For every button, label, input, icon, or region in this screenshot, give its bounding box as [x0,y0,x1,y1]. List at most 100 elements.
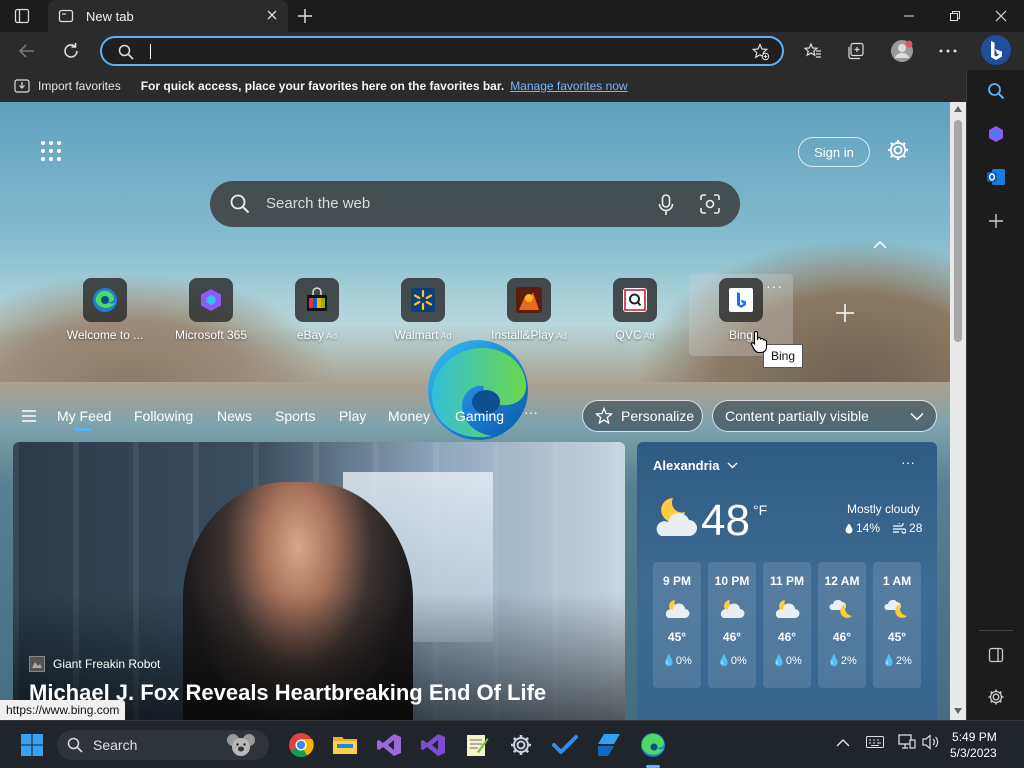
settings-gear-icon[interactable] [507,731,535,759]
show-hidden-icons-chevron-icon[interactable] [836,738,850,747]
network-display-icon[interactable] [898,734,916,750]
personalize-button[interactable]: Personalize [582,400,703,432]
sidebar-search-icon[interactable] [983,78,1009,104]
edge-taskbar-icon[interactable] [639,731,667,759]
microsoft-365-sidebar-icon[interactable] [983,121,1009,147]
visual-search-icon[interactable] [700,194,720,214]
hour-precip: 💧2% [827,655,857,667]
back-button[interactable] [14,38,40,64]
visual-studio-icon[interactable] [375,731,403,759]
search-icon [230,194,250,214]
tab-sports[interactable]: Sports [275,408,315,424]
quick-link-ebay[interactable]: eBay Ad [265,274,369,356]
current-temperature: 48 [701,496,750,545]
search-placeholder: Search the web [266,195,371,212]
hourly-forecast-item[interactable]: 1 AM 45° 💧2% [873,562,921,688]
hero-source[interactable]: Giant Freakin Robot [29,656,160,672]
tab-money[interactable]: Money [388,408,430,424]
chrome-icon[interactable] [287,731,315,759]
partly-cloudy-night-icon [718,598,746,620]
quick-link-qvc[interactable]: QVC Ad [583,274,687,356]
hamburger-menu-icon[interactable] [22,410,36,422]
tab-news[interactable]: News [217,408,252,424]
weather-location[interactable]: Alexandria [653,458,738,473]
more-menu-icon[interactable] [935,38,961,64]
chevron-down-icon [910,412,924,421]
minimize-button[interactable] [886,0,932,32]
system-clock[interactable]: 5:49 PM 5/3/2023 [950,729,997,761]
collapse-chevron-icon[interactable] [872,240,888,250]
taskbar-search[interactable]: Search [57,730,269,760]
import-favorites-button[interactable]: Import favorites [14,79,121,93]
scroll-down-arrow-icon[interactable] [954,708,962,714]
web-search-box[interactable]: Search the web [210,181,740,227]
close-tab-icon[interactable] [266,9,278,21]
status-bar-url: https://www.bing.com [0,700,126,720]
tab-new-tab[interactable]: New tab [48,0,288,32]
restore-button[interactable] [932,0,978,32]
address-bar[interactable] [100,36,784,66]
quick-link-welcome[interactable]: Welcome to ... [53,274,157,356]
microphone-icon[interactable] [658,194,674,216]
weather-options-icon[interactable]: ··· [901,454,915,470]
tab-my-feed[interactable]: My Feed [57,408,111,424]
file-explorer-icon[interactable] [331,731,359,759]
bing-chat-icon[interactable] [980,34,1012,66]
new-tab-button[interactable] [296,7,314,25]
hour-precip: 💧0% [662,655,692,667]
tab-gaming[interactable]: Gaming [455,408,504,424]
hero-news-card[interactable]: Giant Freakin Robot Michael J. Fox Revea… [13,442,625,720]
favorites-icon[interactable] [800,38,826,64]
tab-actions-icon[interactable] [14,8,30,24]
page-settings-icon[interactable] [886,138,910,162]
personalize-label: Personalize [621,408,695,424]
quick-link-microsoft-365[interactable]: Microsoft 365 [159,274,263,356]
temperature-unit[interactable]: °F [753,502,767,518]
content-visibility-dropdown[interactable]: Content partially visible [712,400,937,432]
tab-following[interactable]: Following [134,408,193,424]
power-automate-icon[interactable] [595,731,623,759]
personalize-star-icon [595,407,613,425]
scrollbar-thumb[interactable] [954,120,962,342]
bing-tooltip: Bing [763,344,804,368]
more-tabs-icon[interactable]: ··· [524,404,538,420]
search-icon [118,44,134,60]
scroll-up-arrow-icon[interactable] [954,106,962,112]
raindrop-icon: 💧 [717,655,731,667]
profile-avatar[interactable] [889,38,915,64]
notepad-plus-plus-icon[interactable] [463,731,491,759]
tab-play[interactable]: Play [339,408,366,424]
volume-icon[interactable] [922,734,940,750]
new-tab-page: Sign in Search the web Welcome to ... Mi… [0,102,950,720]
new-tab-page-icon [58,8,74,24]
hourly-forecast-item[interactable]: 9 PM 45° 💧0% [653,562,701,688]
add-favorite-icon[interactable] [752,43,770,61]
app-launcher-icon[interactable] [40,140,62,162]
hourly-forecast-item[interactable]: 11 PM 46° 💧0% [763,562,811,688]
visual-studio-preview-icon[interactable] [419,731,447,759]
start-button[interactable] [18,731,46,759]
sidebar-settings-icon[interactable] [983,684,1009,710]
quick-link-options-icon[interactable]: ··· [766,278,783,294]
refresh-button[interactable] [58,38,84,64]
add-quick-link-icon[interactable] [834,302,856,324]
collections-icon[interactable] [843,38,869,64]
hide-sidebar-icon[interactable] [983,642,1009,668]
hourly-forecast-item[interactable]: 10 PM 46° 💧0% [708,562,756,688]
windows-taskbar: Search 5:49 PM 5/3/2023 [0,720,1024,768]
text-caret [150,44,151,59]
hour-label: 10 PM [714,574,750,588]
hourly-forecast-item[interactable]: 12 AM 46° 💧2% [818,562,866,688]
manage-favorites-link[interactable]: Manage favorites now [510,79,627,93]
todo-checkmark-icon[interactable] [551,731,579,759]
hand-cursor-icon [750,330,768,354]
microsoft-365-icon [189,278,233,322]
outlook-icon[interactable] [983,164,1009,190]
sign-in-button[interactable]: Sign in [798,137,870,167]
keyboard-icon[interactable] [866,736,884,748]
page-scrollbar[interactable] [950,102,966,720]
add-sidebar-app-icon[interactable] [983,208,1009,234]
close-window-button[interactable] [978,0,1024,32]
tab-title: New tab [86,8,134,24]
weather-card[interactable]: Alexandria ··· 48 °F Mostly cloudy 14% 2… [637,442,937,720]
